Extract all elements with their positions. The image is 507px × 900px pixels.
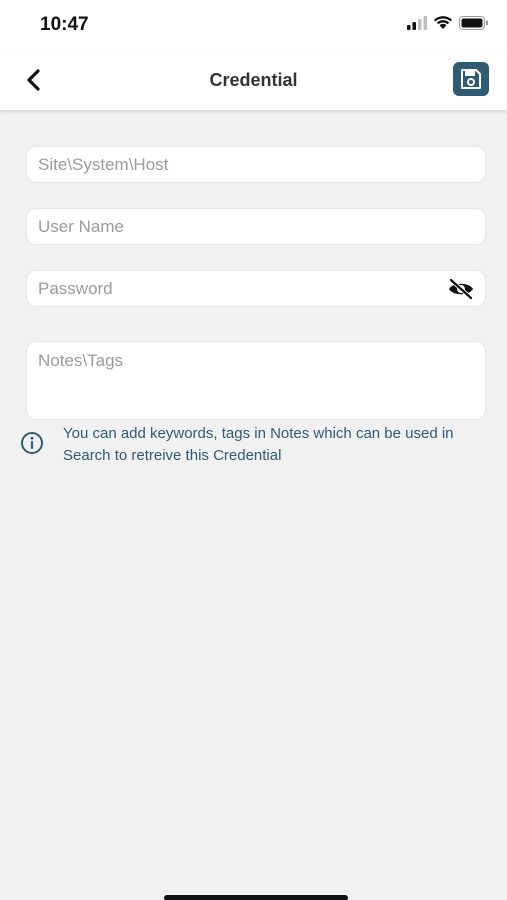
password-visibility-toggle[interactable] xyxy=(447,277,475,301)
status-time: 10:47 xyxy=(40,14,89,35)
password-field xyxy=(26,270,486,307)
info-circle-icon xyxy=(21,432,43,454)
status-bar: 10:47 xyxy=(0,0,507,50)
site-field xyxy=(26,146,486,183)
site-input[interactable] xyxy=(27,147,485,182)
save-button[interactable] xyxy=(453,62,489,96)
username-field xyxy=(26,208,486,245)
eye-off-icon xyxy=(449,278,473,300)
battery-icon xyxy=(459,15,489,35)
status-icons xyxy=(407,15,489,35)
cellular-signal-icon xyxy=(407,15,427,35)
wifi-icon xyxy=(433,15,453,35)
page-title: Credential xyxy=(209,70,298,90)
notes-input[interactable] xyxy=(27,342,485,419)
floppy-disk-icon xyxy=(461,69,481,89)
notes-field xyxy=(26,341,486,420)
home-indicator[interactable] xyxy=(164,895,348,900)
username-input[interactable] xyxy=(27,209,485,244)
info-text: You can add keywords, tags in Notes whic… xyxy=(63,425,454,464)
navigation-bar: Credential xyxy=(0,50,507,110)
credential-screen: 10:47 Credential Site\System\Host User N… xyxy=(0,0,507,900)
password-input[interactable] xyxy=(27,271,485,306)
